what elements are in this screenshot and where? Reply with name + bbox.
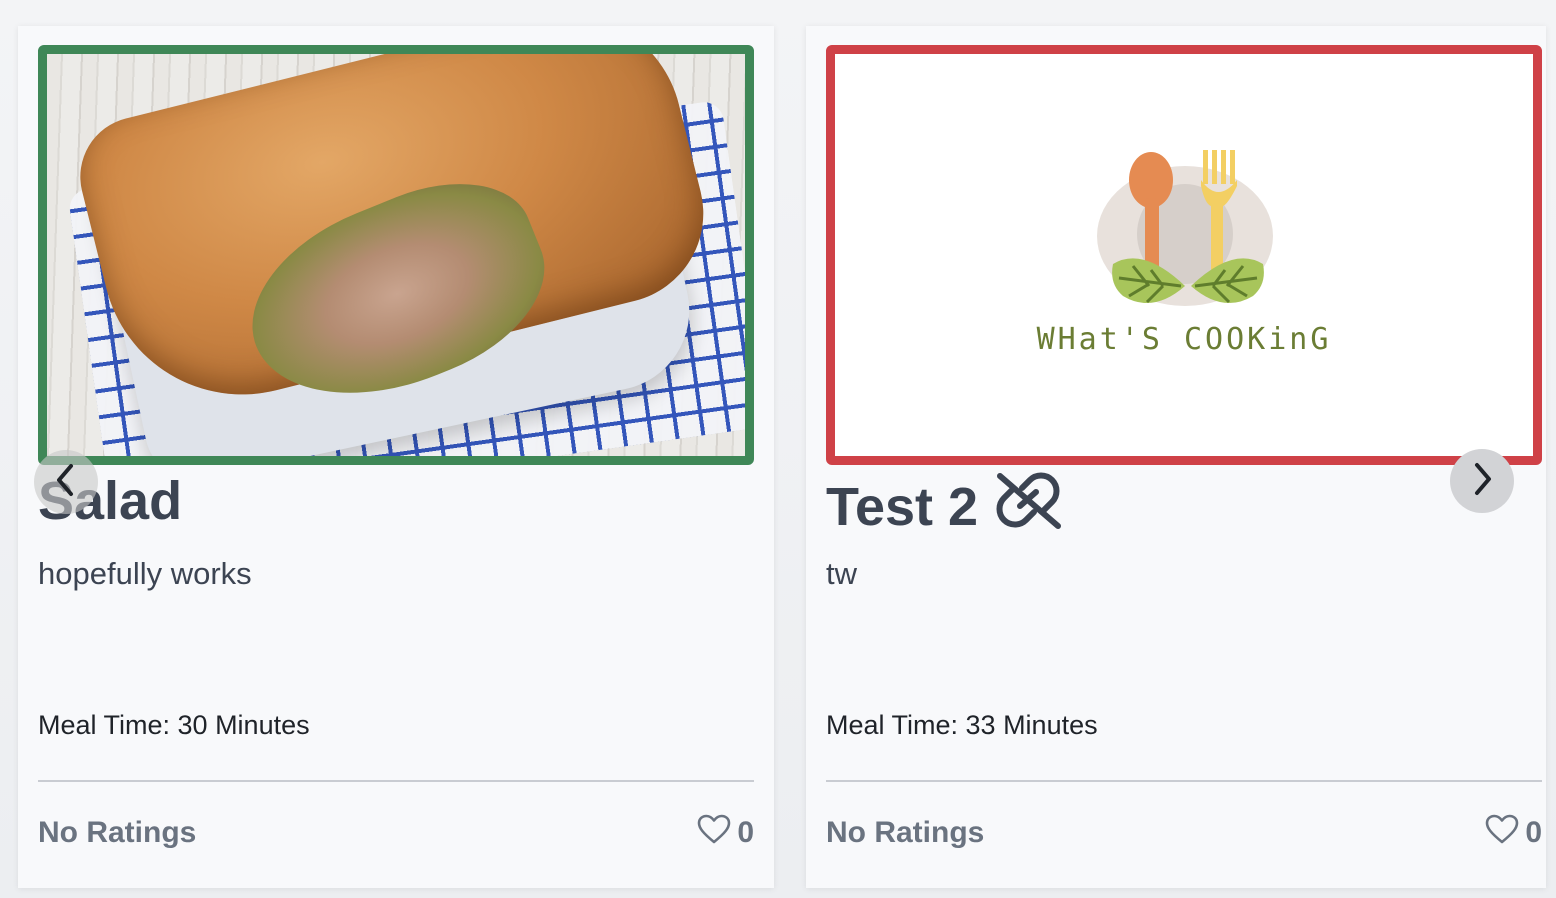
plate-utensils-icon [1097,150,1273,306]
recipe-photo [47,54,745,456]
recipe-card[interactable]: Salad hopefully works Meal Time: 30 Minu… [18,26,774,888]
meal-time: Meal Time: 33 Minutes [826,710,1098,740]
heart-icon[interactable] [697,814,731,852]
recipe-title[interactable]: Test 2 [826,470,1064,543]
recipe-description: hopefully works [38,556,252,591]
chevron-right-icon [1467,461,1497,502]
meal-time: Meal Time: 30 Minutes [38,710,310,740]
carousel-next-button[interactable] [1450,449,1514,513]
divider [826,780,1542,782]
recipe-carousel: Salad hopefully works Meal Time: 30 Minu… [0,0,1556,898]
recipe-image-frame[interactable]: WHat'S COOKinG [826,45,1542,465]
whats-cooking-logo: WHat'S COOKinG [835,54,1533,456]
recipe-card[interactable]: WHat'S COOKinG Test 2 tw Meal Time: 33 M… [806,26,1546,888]
like-control[interactable]: 0 [697,814,754,852]
like-count: 0 [737,816,754,849]
chevron-left-icon [51,462,81,503]
recipe-title-text: Test 2 [826,476,979,537]
divider [38,780,754,782]
ratings-label: No Ratings [826,816,985,849]
link-broken-icon [992,470,1064,543]
recipe-image-frame[interactable] [38,45,754,465]
like-count: 0 [1525,816,1542,849]
recipe-description: tw [826,556,857,591]
logo-text: WHat'S COOKinG [1036,322,1332,357]
carousel-prev-button[interactable] [34,450,98,514]
heart-icon[interactable] [1485,814,1519,852]
like-control[interactable]: 0 [1485,814,1542,852]
ratings-label: No Ratings [38,816,197,849]
